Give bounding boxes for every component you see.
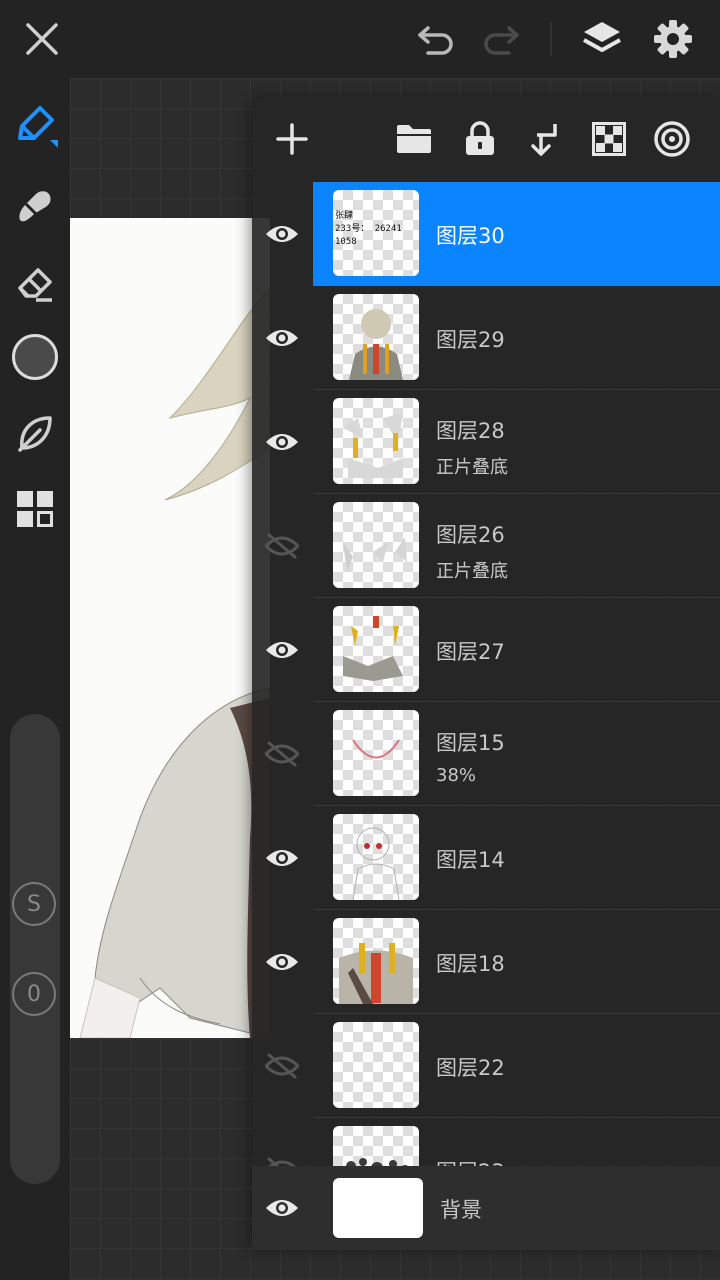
lock-icon[interactable]	[457, 116, 503, 162]
layer-thumbnail	[333, 398, 419, 484]
layer-row-body[interactable]: 图层28 正片叠底	[313, 390, 720, 494]
layer-row-body[interactable]: 图层18	[313, 910, 720, 1014]
layer-row[interactable]: 图层26 正片叠底	[252, 494, 720, 598]
eye-hidden-icon[interactable]	[252, 1014, 312, 1118]
layer-name: 图层28	[436, 419, 505, 443]
background-layer-name: 背景	[440, 1198, 482, 1222]
artboard[interactable]	[70, 218, 270, 1038]
eye-icon[interactable]	[252, 390, 312, 494]
layer-row[interactable]: 图层23	[252, 1118, 720, 1166]
layer-name: 图层18	[436, 952, 505, 976]
layer-row-body[interactable]: 张肆 233号： 26241 1058 图层30	[313, 182, 720, 286]
layer-row-body[interactable]: 图层15 38%	[313, 702, 720, 806]
leaf-icon[interactable]	[10, 408, 60, 458]
layer-thumbnail	[333, 294, 419, 380]
layer-thumbnail	[333, 606, 419, 692]
layer-blend-info: 38%	[436, 765, 477, 786]
layer-row-body[interactable]: 图层22	[313, 1014, 720, 1118]
eye-icon[interactable]	[252, 286, 312, 390]
layer-name: 图层23	[436, 1156, 505, 1166]
layer-row-body[interactable]: 图层27	[313, 598, 720, 702]
layer-name: 图层26	[436, 523, 505, 547]
layer-thumbnail	[333, 1022, 419, 1108]
transparency-icon[interactable]	[586, 116, 632, 162]
undo-icon[interactable]	[411, 14, 461, 64]
layer-row[interactable]: 图层29	[252, 286, 720, 390]
stabilizer-label: S	[27, 891, 41, 917]
add-icon[interactable]	[269, 116, 315, 162]
layer-thumbnail: 张肆 233号： 26241 1058	[333, 190, 419, 276]
settings-icon[interactable]	[648, 14, 698, 64]
brush-size-slider[interactable]	[10, 714, 60, 1184]
layer-list[interactable]: 张肆 233号： 26241 1058 图层30 图层29 图层28 正片叠底 图层26 正片叠…	[252, 182, 720, 1166]
layer-blend-info: 正片叠底	[436, 457, 508, 478]
layer-name: 图层27	[436, 640, 505, 664]
layer-thumbnail	[333, 814, 419, 900]
eye-hidden-icon[interactable]	[252, 1118, 312, 1166]
layer-row[interactable]: 图层15 38%	[252, 702, 720, 806]
layer-row[interactable]: 图层22	[252, 1014, 720, 1118]
layer-thumbnail	[333, 710, 419, 796]
eye-hidden-icon[interactable]	[252, 494, 312, 598]
stabilizer-button[interactable]: S	[12, 882, 56, 926]
layer-name: 图层30	[436, 224, 505, 248]
folder-icon[interactable]	[391, 116, 437, 162]
layer-thumbnail	[333, 502, 419, 588]
layer-name: 图层29	[436, 328, 505, 352]
layers-icon[interactable]	[577, 14, 627, 64]
layer-row-body[interactable]: 图层23	[313, 1118, 720, 1166]
layer-panel-toolbar	[252, 96, 720, 182]
layer-row[interactable]: 图层27	[252, 598, 720, 702]
eye-icon[interactable]	[252, 1166, 312, 1250]
redo-icon[interactable]	[476, 14, 526, 64]
layer-row[interactable]: 张肆 233号： 26241 1058 图层30	[252, 182, 720, 286]
layer-blend-info: 正片叠底	[436, 561, 508, 582]
layer-name: 图层15	[436, 731, 505, 755]
left-toolbar: S 0	[0, 78, 70, 1280]
layer-thumbnail-text: 张肆 233号： 26241 1058	[335, 210, 402, 249]
eye-hidden-icon[interactable]	[252, 702, 312, 806]
merge-down-icon[interactable]	[521, 116, 567, 162]
thumbnail-text-line: 张肆	[335, 211, 354, 221]
layer-thumbnail	[333, 1126, 419, 1166]
layer-name: 图层14	[436, 848, 505, 872]
brush-icon[interactable]	[10, 100, 60, 150]
background-thumbnail	[333, 1178, 423, 1238]
thumbnail-text-line: 1058	[335, 237, 357, 247]
thumbnail-text-line: 233号： 26241	[335, 224, 402, 234]
smudge-icon[interactable]	[10, 180, 60, 230]
layer-row[interactable]: 图层28 正片叠底	[252, 390, 720, 494]
eye-icon[interactable]	[252, 910, 312, 1014]
layer-panel: 张肆 233号： 26241 1058 图层30 图层29 图层28 正片叠底 图层26 正片叠…	[252, 96, 720, 1250]
opacity-button[interactable]: 0	[12, 972, 56, 1016]
blend-icon[interactable]	[649, 116, 695, 162]
layer-name: 图层22	[436, 1056, 505, 1080]
eye-icon[interactable]	[252, 806, 312, 910]
layer-row-body[interactable]: 图层14	[313, 806, 720, 910]
layer-row-body[interactable]: 图层26 正片叠底	[313, 494, 720, 598]
background-layer-row[interactable]: 背景	[252, 1166, 720, 1250]
top-bar	[0, 0, 720, 78]
toolbar-divider	[550, 22, 552, 56]
layer-row-body[interactable]: 图层29	[313, 286, 720, 390]
eye-icon[interactable]	[252, 182, 312, 286]
layer-row[interactable]: 图层14	[252, 806, 720, 910]
eraser-icon[interactable]	[10, 258, 60, 308]
artwork-illustration	[79, 287, 270, 1038]
eye-icon[interactable]	[252, 598, 312, 702]
close-icon[interactable]	[17, 14, 67, 64]
color-swatch[interactable]	[10, 332, 60, 382]
layer-row[interactable]: 图层18	[252, 910, 720, 1014]
grid-icon[interactable]	[10, 484, 60, 534]
layer-thumbnail	[333, 918, 419, 1004]
opacity-label: 0	[27, 981, 41, 1007]
